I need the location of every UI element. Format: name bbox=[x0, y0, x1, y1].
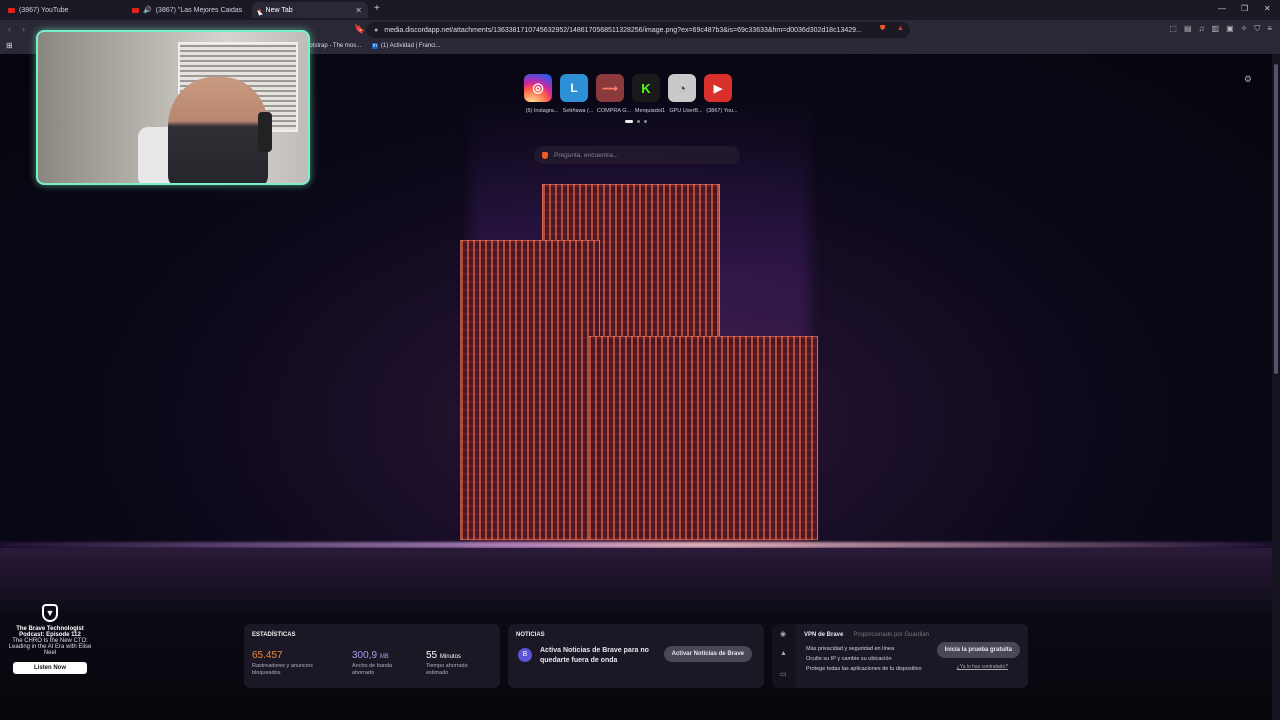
bookmark-item[interactable]: ootstrap - The mos... bbox=[306, 43, 361, 49]
bandwidth-label: Ancho de banda ahorrado bbox=[352, 663, 393, 676]
cart-icon[interactable]: ⟿ bbox=[596, 74, 624, 102]
news-icon: B bbox=[518, 648, 532, 662]
news-title: NOTICIAS bbox=[516, 632, 545, 638]
tab-youtube-video[interactable]: 🔊 (3867) "Las Mejores Caidas Gra... bbox=[126, 2, 250, 18]
linkedin-icon: in bbox=[372, 43, 378, 49]
time-value: 55 bbox=[426, 650, 438, 661]
page-dot[interactable] bbox=[644, 120, 647, 123]
top-site-label: GPU UserB... bbox=[669, 108, 703, 114]
listen-now-button[interactable]: Listen Now bbox=[13, 662, 87, 674]
brave-shield-icon[interactable]: ⛊ bbox=[880, 25, 885, 33]
close-window-icon[interactable]: ✕ bbox=[1264, 4, 1271, 13]
podcast-subtitle: The CHRO Is the New CTO: Leading in the … bbox=[8, 638, 92, 656]
back-icon[interactable]: ‹ bbox=[8, 24, 11, 34]
top-site-label: (3867) You... bbox=[706, 108, 738, 114]
tab-bar: (3867) YouTube 🔊 (3867) "Las Mejores Cai… bbox=[0, 0, 1280, 20]
tab-title: (3867) YouTube bbox=[19, 6, 69, 14]
top-site-label: Merquiadol1 bbox=[634, 108, 666, 114]
site-l-icon[interactable]: L bbox=[560, 74, 588, 102]
bookmark-item[interactable]: in (1) Actividad | Franci... bbox=[372, 43, 440, 49]
new-tab-button[interactable]: + bbox=[374, 3, 380, 14]
gear-icon[interactable]: ⚙ bbox=[1244, 74, 1252, 85]
news-card: NOTICIAS B Activa Noticias de Brave para… bbox=[508, 624, 764, 688]
youtube-icon[interactable]: ▶ bbox=[704, 74, 732, 102]
already-subscribed-link[interactable]: ¿Ya lo has contratado? bbox=[957, 664, 1008, 670]
vpn-card: ◉ ▲ ▭ VPN de Brave Proporcionado por Guar… bbox=[772, 624, 1028, 688]
menu-icon[interactable]: ≡ bbox=[1267, 24, 1272, 34]
webcam-microphone bbox=[258, 112, 272, 152]
media-icon[interactable]: ♫ bbox=[1199, 24, 1205, 34]
vpn-powered-by: Proporcionado por Guardian bbox=[853, 632, 930, 638]
bookmark-label: ootstrap - The mos... bbox=[306, 43, 362, 49]
stats-card: ESTADÍSTICAS 65.457 Rastreadores y anunc… bbox=[244, 624, 500, 688]
top-site-label: Sett#awa (... bbox=[562, 108, 594, 114]
instagram-icon[interactable]: ◎ bbox=[524, 74, 552, 102]
page-dots bbox=[524, 120, 748, 123]
tab-new-tab[interactable]: ▴ New Tab ✕ bbox=[252, 2, 368, 18]
extensions-icon[interactable]: ⬚ bbox=[1169, 24, 1177, 34]
sidebar-icon[interactable]: ▤ bbox=[1184, 24, 1192, 34]
trackers-value: 65.457 bbox=[252, 650, 283, 661]
search-placeholder: Pregunta, encuentra... bbox=[554, 151, 619, 159]
webcam-person bbox=[168, 77, 268, 183]
top-site-label: COMPRA G... bbox=[596, 108, 632, 114]
vpn-title: VPN de Brave bbox=[804, 632, 844, 638]
podcast-promo: ▼ The Brave Technologist Podcast: Episod… bbox=[4, 604, 96, 674]
youtube-icon bbox=[8, 7, 15, 13]
card-widget-icon[interactable]: ▭ bbox=[780, 670, 787, 678]
restore-icon[interactable]: ❐ bbox=[1241, 4, 1248, 13]
widget-switcher: ◉ ▲ ▭ bbox=[772, 624, 796, 688]
start-trial-button[interactable]: Inicia la prueba gratuita bbox=[936, 642, 1020, 658]
activate-news-button[interactable]: Activar Noticias de Brave bbox=[663, 646, 752, 662]
scrollbar-thumb[interactable] bbox=[1274, 64, 1278, 374]
url-text: media.discordapp.net/attachments/1363381… bbox=[384, 26, 862, 34]
bookmark-icon[interactable]: 🔖 bbox=[354, 24, 365, 35]
address-bar[interactable]: ● media.discordapp.net/attachments/13633… bbox=[366, 22, 910, 38]
time-unit: Minutos bbox=[439, 654, 461, 660]
brave-lion-icon: ▼ bbox=[42, 604, 58, 622]
search-input[interactable]: Pregunta, encuentra... bbox=[534, 146, 740, 164]
background-building bbox=[460, 240, 600, 540]
stats-title: ESTADÍSTICAS bbox=[252, 632, 296, 638]
podcast-title: The Brave Technologist Podcast: Episode … bbox=[16, 626, 84, 638]
news-text: Activa Noticias de Brave para no quedart… bbox=[540, 647, 649, 664]
bookmark-label: (1) Actividad | Franci... bbox=[380, 43, 441, 49]
brave-rewards-icon[interactable]: ▲ bbox=[897, 25, 904, 32]
speaker-icon: 🔊 bbox=[143, 7, 152, 14]
alert-widget-icon[interactable]: ▲ bbox=[780, 650, 787, 657]
vpn-widget-icon[interactable]: ◉ bbox=[780, 630, 786, 638]
bandwidth-value: 300,9 bbox=[352, 650, 378, 661]
minimize-icon[interactable]: — bbox=[1218, 4, 1226, 13]
gauge-icon[interactable]: ◔ bbox=[668, 74, 696, 102]
apps-grid-icon[interactable]: ⊞ bbox=[6, 41, 13, 50]
page-dot[interactable] bbox=[625, 120, 633, 123]
brave-icon bbox=[542, 151, 548, 159]
vpn-feature: Más privacidad y seguridad en línea bbox=[806, 646, 895, 652]
leo-icon[interactable]: ✧ bbox=[1241, 24, 1248, 34]
time-label: Tiempo ahorrado estimado bbox=[426, 663, 468, 676]
tab-title: New Tab bbox=[265, 6, 293, 14]
page-dot[interactable] bbox=[637, 120, 640, 123]
tab-youtube[interactable]: (3867) YouTube bbox=[2, 2, 126, 18]
vpn-features: Más privacidad y seguridad en línea Ocul… bbox=[806, 644, 922, 674]
webcam-overlay bbox=[36, 30, 310, 185]
youtube-icon bbox=[132, 7, 139, 13]
kick-icon[interactable]: K bbox=[632, 74, 660, 102]
site-info-icon[interactable]: ● bbox=[374, 27, 378, 34]
wallet-icon[interactable]: ▣ bbox=[1226, 24, 1234, 34]
forward-icon[interactable]: › bbox=[22, 24, 25, 34]
close-tab-icon[interactable]: ✕ bbox=[355, 6, 362, 15]
scrollbar[interactable] bbox=[1272, 54, 1280, 720]
panel-icon[interactable]: ▥ bbox=[1212, 24, 1220, 34]
trackers-label: Rastreadores y anuncios bloqueados bbox=[252, 663, 313, 676]
vpn-feature: Oculte su IP y cambie su ubicación bbox=[806, 656, 892, 662]
top-sites: ◎ L ⟿ K ◔ ▶ (5) Instagra... Sett#awa (..… bbox=[524, 74, 748, 123]
vpn-feature: Protege todas las aplicaciones de tu dis… bbox=[806, 666, 922, 672]
vpn-icon[interactable]: ⛉ bbox=[1254, 24, 1260, 34]
tab-title: (3867) "Las Mejores Caidas Gra... bbox=[155, 6, 244, 14]
bandwidth-unit: MB bbox=[379, 654, 389, 660]
background-building bbox=[588, 336, 818, 540]
top-site-label: (5) Instagra... bbox=[525, 108, 559, 114]
